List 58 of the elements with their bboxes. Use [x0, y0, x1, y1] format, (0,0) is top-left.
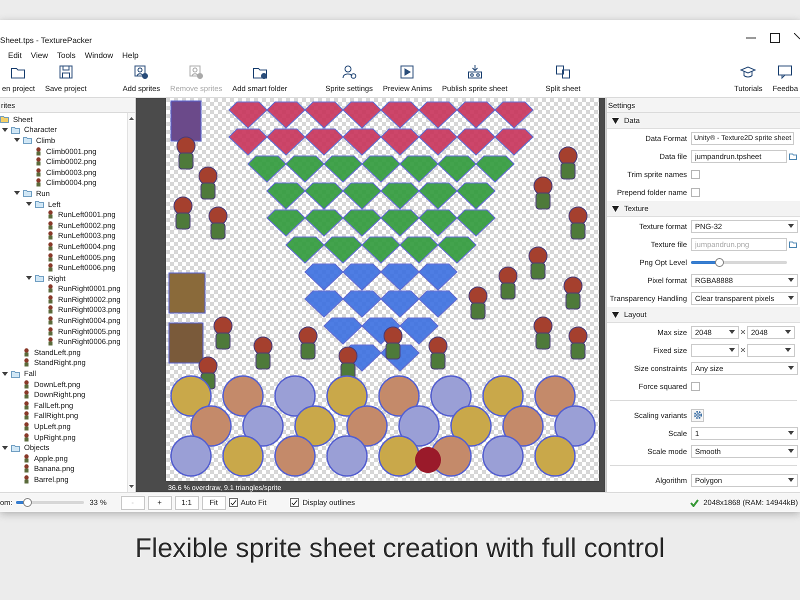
folder-icon	[11, 370, 20, 378]
play-icon	[399, 64, 416, 80]
expand-arrow-icon[interactable]	[612, 312, 619, 318]
expand-arrow-icon[interactable]	[612, 206, 619, 212]
menu-item[interactable]: View	[30, 50, 48, 60]
up-arrow-icon[interactable]	[129, 116, 134, 120]
menu-item[interactable]: Tools	[57, 50, 76, 60]
checkbox[interactable]	[691, 170, 700, 178]
slider[interactable]	[691, 260, 787, 264]
checkbox[interactable]	[228, 498, 238, 507]
caret-icon	[729, 330, 735, 334]
maximize-icon[interactable]	[770, 33, 780, 43]
caret-icon	[785, 348, 791, 352]
gear-icon	[692, 410, 702, 420]
expand-arrow-icon[interactable]	[26, 275, 32, 282]
caret-icon	[788, 366, 794, 370]
graduation-cap-icon	[740, 64, 756, 80]
caret-icon	[729, 348, 735, 352]
caret-icon	[788, 296, 794, 300]
times-icon	[741, 330, 745, 334]
caret-icon	[788, 449, 794, 453]
times-icon	[741, 348, 745, 352]
folder-icon	[11, 444, 20, 452]
expand-arrow-icon[interactable]	[2, 126, 8, 133]
speech-bubble-icon	[777, 64, 794, 80]
settings-button[interactable]	[691, 408, 704, 422]
checkbox[interactable]	[691, 188, 700, 196]
person-gear-icon	[341, 64, 358, 80]
menu-item[interactable]: Help	[122, 50, 139, 60]
add-image-icon	[133, 64, 150, 80]
expand-arrow-icon[interactable]	[2, 444, 8, 451]
slider-thumb[interactable]	[22, 498, 32, 507]
expand-arrow-icon[interactable]	[612, 118, 619, 124]
scrollbar[interactable]	[127, 113, 135, 492]
split-pages-icon	[555, 64, 571, 80]
caret-icon	[788, 431, 794, 435]
menu-item[interactable]: Edit	[8, 50, 22, 60]
folder-icon	[35, 274, 44, 282]
caret-icon	[788, 224, 794, 228]
remove-image-icon	[188, 64, 204, 80]
expand-arrow-icon[interactable]	[14, 190, 20, 196]
expand-arrow-icon[interactable]	[14, 137, 20, 144]
checkmark-icon	[690, 498, 700, 506]
folder-icon[interactable]	[789, 240, 797, 248]
slider-thumb[interactable]	[714, 258, 724, 266]
menu-item[interactable]: Window	[84, 50, 114, 60]
expand-arrow-icon[interactable]	[2, 370, 8, 377]
checkbox[interactable]	[691, 382, 700, 390]
folder-icon[interactable]	[789, 152, 797, 160]
down-arrow-icon[interactable]	[129, 485, 134, 489]
caret-icon	[785, 330, 791, 334]
checkbox[interactable]	[290, 498, 300, 507]
caption: Flexible sprite sheet creation with full control	[134, 533, 666, 564]
caret-icon	[788, 278, 794, 282]
expand-arrow-icon[interactable]	[26, 201, 32, 208]
download-icon	[466, 64, 483, 80]
window-title: Sheet.tps - TexturePacker	[0, 36, 93, 45]
caret-icon	[788, 478, 794, 482]
